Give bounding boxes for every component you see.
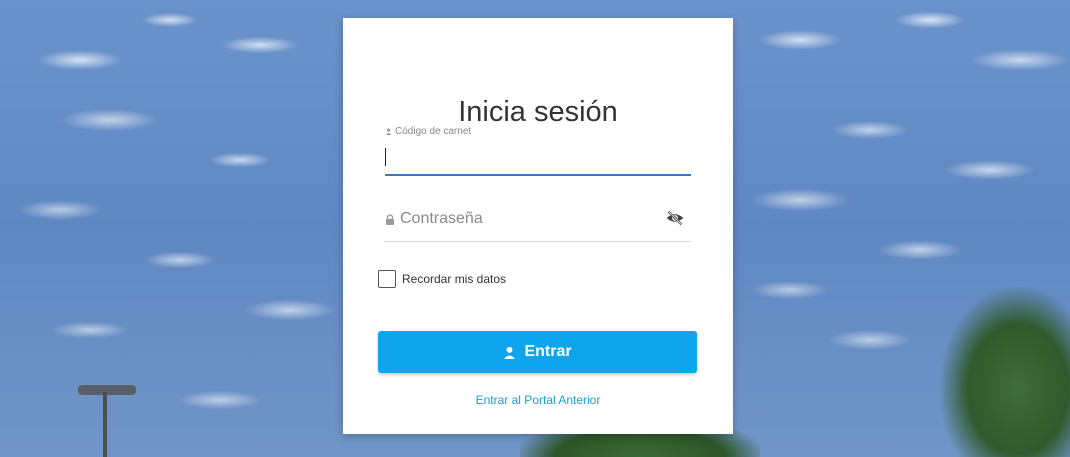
street-lamp-pole bbox=[103, 392, 107, 457]
page-title: Inicia sesión bbox=[458, 96, 618, 128]
carnet-field[interactable]: Código de carnet bbox=[385, 126, 691, 176]
text-cursor bbox=[385, 148, 386, 166]
lock-icon bbox=[386, 213, 394, 225]
background-tree bbox=[940, 287, 1070, 457]
password-placeholder: Contraseña bbox=[400, 210, 483, 227]
portal-link[interactable]: Entrar al Portal Anterior bbox=[343, 393, 733, 407]
carnet-label: Código de carnet bbox=[395, 126, 472, 137]
carnet-label-wrap: Código de carnet bbox=[385, 126, 471, 137]
submit-label: Entrar bbox=[524, 343, 572, 360]
password-placeholder-wrap: Contraseña bbox=[385, 210, 483, 228]
password-field[interactable]: Contraseña bbox=[385, 204, 691, 242]
eye-slash-icon[interactable] bbox=[665, 208, 685, 228]
remember-me[interactable]: Recordar mis datos bbox=[378, 270, 506, 288]
remember-checkbox[interactable] bbox=[378, 270, 396, 288]
submit-button[interactable]: Entrar bbox=[378, 331, 697, 373]
person-icon bbox=[385, 128, 392, 135]
login-card: Inicia sesión Código de carnet Contraseñ… bbox=[343, 18, 733, 434]
person-icon bbox=[504, 346, 516, 359]
remember-label[interactable]: Recordar mis datos bbox=[402, 272, 506, 286]
street-lamp-head bbox=[78, 385, 136, 395]
